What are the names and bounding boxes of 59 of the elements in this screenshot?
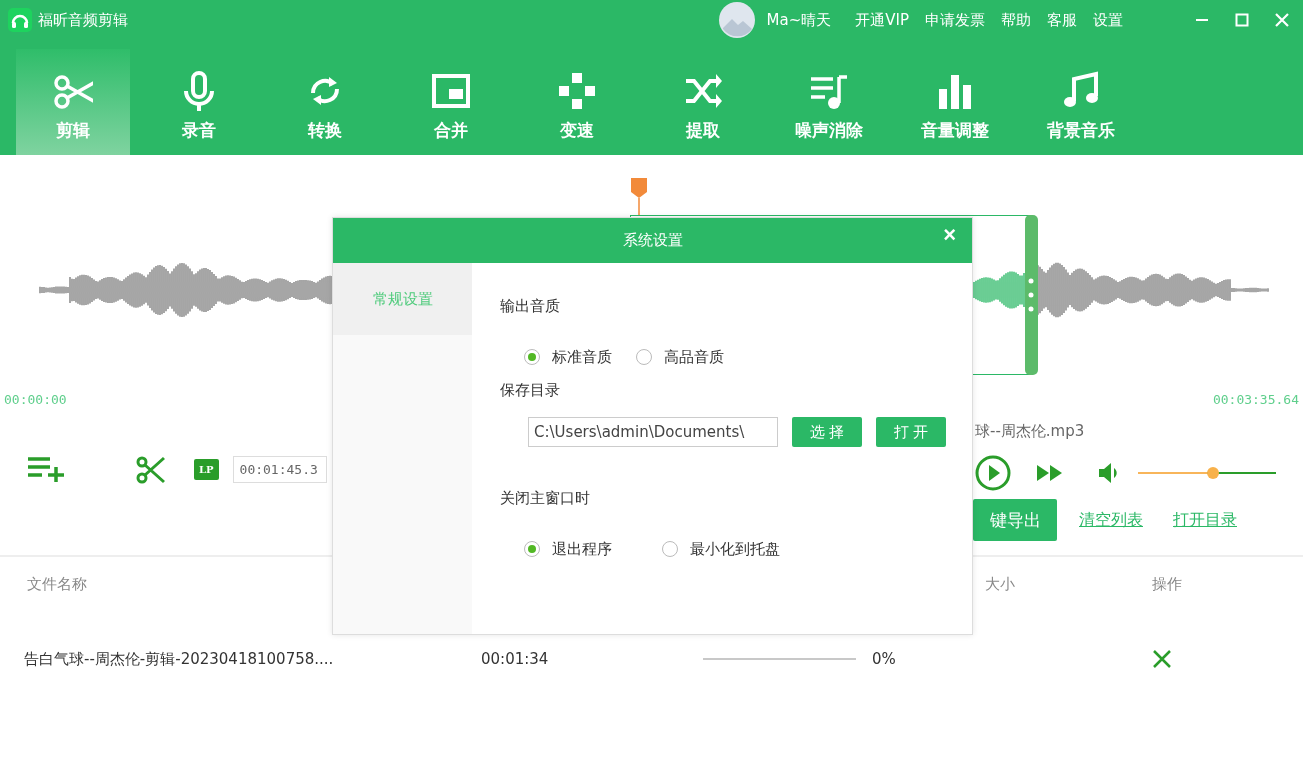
file-name: 球--周杰伦.mp3 [975,422,1086,441]
radio-label[interactable]: 退出程序 [552,539,612,559]
radio-button[interactable] [524,541,540,557]
end-time: 00:03:35.64 [1212,392,1299,409]
time-input[interactable]: 00:01:45.3 [232,455,327,483]
logo-icon [8,8,32,32]
menu-item[interactable]: 客服 [1047,10,1077,30]
path-field[interactable]: C:\Users\admin\Documents\ [528,417,778,447]
delete-icon[interactable] [1152,649,1172,669]
scissors-icon[interactable] [136,454,166,484]
radio-button[interactable] [636,349,652,365]
radio-label[interactable]: 最小化到托盘 [690,539,780,559]
toolbar-button[interactable]: 噪声消除 [772,49,886,155]
column-header: 大小 [985,574,1016,594]
menu-item[interactable]: 帮助 [1001,10,1031,30]
column-header: 操作 [1152,574,1182,594]
section-label: 关闭主窗口时 [500,489,591,509]
sidebar-item[interactable]: 常规设置 [333,263,472,335]
file-name-cell-text: 告白气球--周杰伦-剪辑-20230418100758.... [24,649,335,669]
gamepad-icon [557,70,597,111]
app-title: 福昕音频剪辑 [38,10,128,30]
toolbar-button[interactable]: 背景音乐 [1024,49,1138,155]
play-icon[interactable] [975,455,1011,491]
menu-item[interactable]: 申请发票 [925,10,985,30]
toolbar-button[interactable]: 录音 [142,49,256,155]
toolbar-button[interactable]: 提取 [646,49,760,155]
folder-button[interactable]: 打 开 [876,417,946,447]
radio-label[interactable]: 标准音质 [552,347,612,367]
slider-thumb[interactable] [1207,467,1219,479]
section-label: 输出音质 [500,297,561,317]
menu-item[interactable]: 开通VIP [855,10,909,30]
close-button[interactable]: × [939,224,960,246]
duration-cell-text: 00:01:34 [481,650,550,668]
progress-text: 0% [872,650,897,668]
column-header: 文件名称 [27,574,88,594]
dialog-title: 系统设置 [622,231,683,250]
folder-button[interactable]: 选 择 [792,417,862,447]
toolbar-button[interactable]: 变速 [520,49,634,155]
link[interactable]: 清空列表 [1079,509,1143,531]
add-to-list-icon[interactable] [28,456,66,482]
toolbar-button[interactable]: 合并 [394,49,508,155]
radio-label[interactable]: 高品音质 [664,347,724,367]
maximize-icon[interactable] [1235,13,1249,27]
close-icon[interactable] [1275,13,1289,27]
radio-button[interactable] [524,349,540,365]
section-label: 保存目录 [500,381,561,401]
menu-item[interactable]: 设置 [1093,10,1123,30]
export-button[interactable]: 键导出 [973,499,1057,541]
toolbar-button[interactable]: 剪辑 [16,49,130,155]
link[interactable]: 打开目录 [1173,509,1237,531]
speaker-icon[interactable] [1099,463,1119,483]
start-time: 00:00:00 [4,392,67,409]
radio-button[interactable] [662,541,678,557]
fast-forward-icon[interactable] [1037,465,1063,481]
toolbar-button[interactable]: 转换 [268,49,382,155]
user-name[interactable]: Ma~晴天 [766,10,832,30]
lp-button[interactable]: LP [194,458,219,480]
toolbar-button[interactable]: 音量调整 [898,49,1012,155]
avatar-icon [718,2,755,38]
